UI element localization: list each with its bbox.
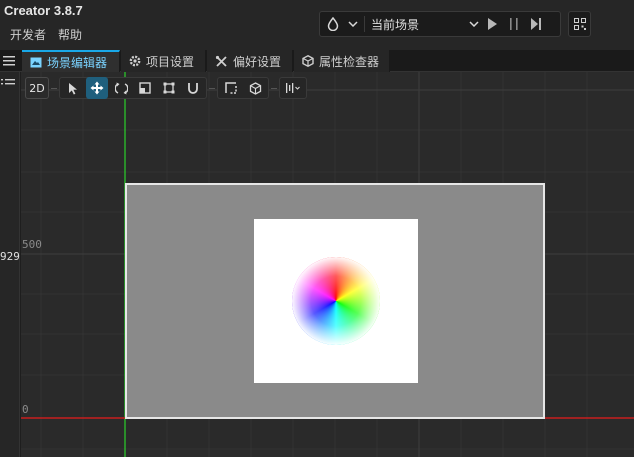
play-icon <box>488 18 497 30</box>
space-tools <box>217 77 269 99</box>
2d-label: 2D <box>29 81 45 95</box>
align-tools <box>279 77 307 99</box>
scene-viewport[interactable]: 500 0 2D <box>21 72 634 457</box>
title-bar: Creator 3.8.7 开发者 帮助 当前场景 <box>0 0 634 50</box>
gear-icon <box>129 55 141 67</box>
axis-label-500: 500 <box>22 238 42 251</box>
preview-toolbar: 当前场景 <box>319 11 561 37</box>
move-icon <box>90 81 104 95</box>
move-tool-button[interactable] <box>86 77 108 99</box>
scale-icon <box>139 82 151 94</box>
tab-inspector[interactable]: 属性检查器 <box>294 50 390 72</box>
app-title: Creator 3.8.7 <box>4 3 83 18</box>
menu-bar: 开发者 帮助 <box>10 26 82 43</box>
color-wheel-image <box>292 257 380 345</box>
rotate-tool-button[interactable] <box>110 77 132 99</box>
divider <box>209 87 215 89</box>
scale-tool-button[interactable] <box>134 77 156 99</box>
qr-button[interactable] <box>568 11 591 37</box>
scene-select-label: 当前场景 <box>371 17 420 32</box>
divider <box>51 87 57 89</box>
color-wheel-sprite[interactable] <box>254 219 418 383</box>
tab-label: 项目设置 <box>146 54 195 69</box>
canvas-frame[interactable] <box>125 183 545 419</box>
scene-select[interactable]: 当前场景 <box>369 12 481 36</box>
transform-tools <box>59 77 207 99</box>
tab-scene-editor[interactable]: 场景编辑器 <box>22 50 120 72</box>
tab-bar: 场景编辑器 项目设置 偏好设置 属性检查器 <box>0 50 634 72</box>
2d-toggle-button[interactable]: 2D <box>25 77 49 99</box>
drop-icon[interactable] <box>320 12 346 36</box>
list-icon[interactable] <box>1 78 17 88</box>
color-wheel-fade <box>292 257 380 345</box>
pivot-button[interactable] <box>244 77 266 99</box>
tab-label: 场景编辑器 <box>47 55 108 70</box>
tab-label: 属性检查器 <box>319 54 380 69</box>
menu-item-help[interactable]: 帮助 <box>58 26 82 43</box>
select-icon <box>69 82 77 94</box>
hamburger-icon[interactable] <box>0 50 18 72</box>
scene-editor-icon <box>30 57 42 67</box>
transform-space-icon <box>225 82 237 94</box>
rotate-icon <box>114 82 128 94</box>
ruler-value: 929 <box>0 250 20 263</box>
rect-tool-button[interactable] <box>158 77 180 99</box>
chevron-down-icon <box>467 12 481 36</box>
step-button[interactable] <box>525 12 547 36</box>
tools-icon <box>215 55 227 67</box>
chevron-down-icon[interactable] <box>346 12 360 36</box>
align-button[interactable] <box>282 77 304 99</box>
snap-tool-button[interactable] <box>182 77 204 99</box>
hierarchy-strip: 929 <box>0 72 20 457</box>
scene-toolbar: 2D <box>25 77 307 99</box>
divider <box>364 16 365 32</box>
pause-button[interactable] <box>503 12 525 36</box>
snap-icon <box>188 83 198 94</box>
qr-icon <box>573 18 586 30</box>
pivot-icon <box>249 81 261 95</box>
cube-icon <box>302 55 314 67</box>
divider <box>271 87 277 89</box>
rect-icon <box>163 82 175 94</box>
menu-item-developer[interactable]: 开发者 <box>10 26 46 43</box>
step-icon <box>531 18 541 30</box>
transform-space-button[interactable] <box>220 77 242 99</box>
align-icon <box>286 83 300 93</box>
select-tool-button[interactable] <box>62 77 84 99</box>
tab-label: 偏好设置 <box>233 54 282 69</box>
play-button[interactable] <box>481 12 503 36</box>
tab-project-settings[interactable]: 项目设置 <box>121 50 206 72</box>
pause-icon <box>510 18 518 30</box>
axis-label-0: 0 <box>22 403 29 416</box>
tab-preferences[interactable]: 偏好设置 <box>207 50 293 72</box>
